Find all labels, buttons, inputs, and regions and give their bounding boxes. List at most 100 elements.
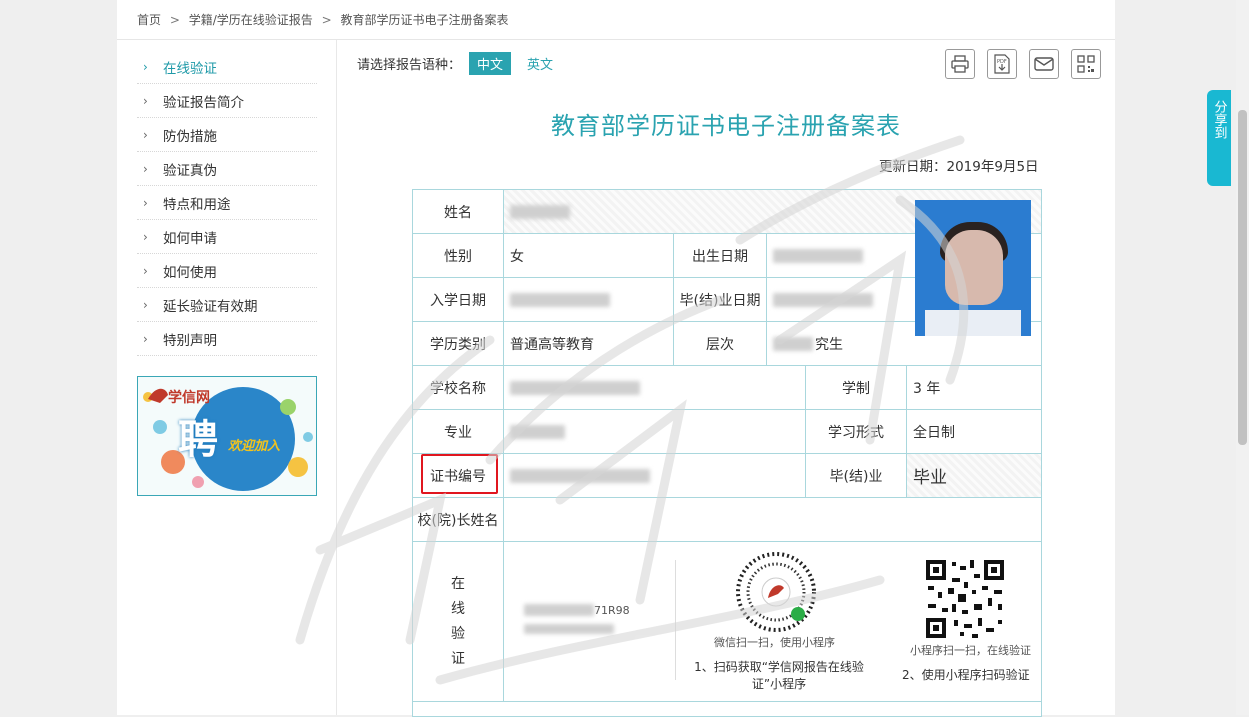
lang-chinese-button[interactable]: 中文	[469, 52, 512, 75]
sidebar-item-online-verify[interactable]: › 在线验证	[137, 50, 317, 84]
breadcrumb-current: 教育部学历证书电子注册备案表	[340, 13, 509, 27]
label-gender: 性别	[413, 234, 504, 278]
label-study-form: 学习形式	[806, 410, 907, 454]
redacted-name	[510, 204, 570, 219]
breadcrumb-xueji[interactable]: 学籍/学历在线验证报告	[189, 13, 313, 27]
sidebar-item-report-intro[interactable]: › 验证报告简介	[137, 84, 317, 118]
share-button[interactable]: 分享到	[1207, 90, 1231, 186]
verify-code-block: 71R98	[524, 602, 654, 638]
value-level-text: 究生	[815, 336, 843, 353]
breadcrumb-home[interactable]: 首页	[137, 13, 161, 27]
sidebar-item-statement[interactable]: › 特别声明	[137, 322, 317, 356]
mail-icon[interactable]	[1029, 49, 1059, 79]
scrollbar[interactable]	[1236, 0, 1249, 715]
language-selector: 请选择报告语种： 中文 英文	[357, 52, 561, 75]
pdf-download-icon[interactable]: PDF	[987, 49, 1017, 79]
label-edu-type: 学历类别	[413, 322, 504, 366]
label-school: 学校名称	[413, 366, 504, 410]
student-photo	[915, 200, 1031, 336]
sidebar-item-extend-validity[interactable]: › 延长验证有效期	[137, 288, 317, 322]
wechat-miniprogram-code	[736, 552, 816, 632]
value-enroll	[504, 278, 674, 322]
value-gender: 女	[504, 234, 674, 278]
language-prompt: 请选择报告语种：	[357, 58, 462, 73]
print-icon[interactable]	[945, 49, 975, 79]
value-cert-no	[504, 454, 806, 498]
label-duration: 学制	[806, 366, 907, 410]
label-major: 专业	[413, 410, 504, 454]
photo-shirt	[925, 310, 1021, 336]
online-verify-panel: 71R98 微信扫一扫，使用小程序 1、扫码获取“学信网报告在线验证”小程序 小…	[504, 542, 1041, 702]
report-title: 教育部学历证书电子注册备案表	[551, 112, 901, 140]
miniprogram-caption: 小程序扫一扫，在线验证	[910, 644, 1031, 657]
chevron-right-icon: ›	[143, 93, 148, 108]
breadcrumb-separator: >	[321, 13, 332, 27]
label-level: 层次	[674, 322, 767, 366]
sidebar-item-label: 延长验证有效期	[163, 298, 258, 315]
chevron-right-icon: ›	[143, 195, 148, 210]
sidebar-item-label: 在线验证	[163, 60, 217, 77]
banner-big-text: 聘	[178, 416, 218, 463]
chevron-right-icon: ›	[143, 127, 148, 142]
verify-step1: 1、扫码获取“学信网报告在线验证”小程序	[694, 660, 864, 691]
qrcode-icon[interactable]	[1071, 49, 1101, 79]
breadcrumb: 首页 > 学籍/学历在线验证报告 > 教育部学历证书电子注册备案表	[137, 11, 514, 28]
chevron-right-icon: ›	[143, 59, 148, 74]
chevron-right-icon: ›	[143, 297, 148, 312]
online-verify-char: 验	[451, 625, 465, 642]
sidebar-item-how-use[interactable]: › 如何使用	[137, 254, 317, 288]
share-label: 分享到	[1211, 100, 1227, 139]
chevron-right-icon: ›	[143, 229, 148, 244]
chevron-right-icon: ›	[143, 331, 148, 346]
label-grad-status: 毕(结)业	[806, 454, 907, 498]
value-grad-status: 毕业	[907, 454, 1041, 498]
sidebar: › 在线验证 › 验证报告简介 › 防伪措施 › 验证真伪 › 特点和用途 › 如何申请 ›…	[137, 50, 317, 356]
recruit-banner[interactable]: 学信网 聘 欢迎加入	[137, 376, 317, 496]
redacted-enroll	[510, 292, 610, 307]
record-table: 姓名 性别 女 出生日期 入学日期 毕(结)业日期 学历类别 普通高等教育 层次…	[412, 189, 1042, 717]
update-date: 更新日期：2019年9月5日	[879, 159, 1039, 175]
verify-step2: 2、使用小程序扫码验证	[902, 668, 1030, 682]
value-duration: 3 年	[907, 366, 1041, 410]
online-verify-char: 线	[451, 600, 465, 617]
banner-logo-text: 学信网	[168, 390, 210, 406]
header-divider	[117, 39, 1115, 40]
sidebar-item-label: 防伪措施	[163, 128, 217, 145]
label-enroll: 入学日期	[413, 278, 504, 322]
redacted-major	[510, 424, 565, 439]
label-president: 校(院)长姓名	[413, 498, 504, 542]
label-name: 姓名	[413, 190, 504, 234]
report-toolbar: PDF	[945, 49, 1113, 79]
value-major	[504, 410, 806, 454]
scrollbar-thumb[interactable]	[1238, 110, 1247, 445]
redacted-verify-code	[524, 604, 594, 616]
photo-face	[945, 230, 1003, 305]
banner-bubbles-graphic	[143, 387, 313, 491]
redacted-cert-no	[510, 468, 650, 483]
sidebar-item-label: 特点和用途	[163, 196, 231, 213]
online-verify-char: 在	[451, 575, 465, 592]
page-container: 首页 > 学籍/学历在线验证报告 > 教育部学历证书电子注册备案表 › 在线验证 …	[117, 0, 1115, 717]
sidebar-item-verify-authenticity[interactable]: › 验证真伪	[137, 152, 317, 186]
chevron-right-icon: ›	[143, 161, 148, 176]
value-president	[504, 498, 1041, 542]
sidebar-divider	[336, 40, 337, 715]
value-edu-type: 普通高等教育	[504, 322, 674, 366]
sidebar-item-anti-fake[interactable]: › 防伪措施	[137, 118, 317, 152]
verify-code-partial: 71R98	[594, 604, 630, 617]
redacted-grad-date	[773, 292, 873, 307]
label-online-verify: 在 线 验 证	[413, 542, 504, 702]
online-verify-char: 证	[451, 650, 465, 667]
cert-no-highlight	[421, 454, 498, 494]
sidebar-item-how-apply[interactable]: › 如何申请	[137, 220, 317, 254]
sidebar-item-label: 如何申请	[163, 230, 217, 247]
miniprogram-qrcode	[924, 558, 1006, 640]
sidebar-item-label: 验证真伪	[163, 162, 217, 179]
label-birth: 出生日期	[674, 234, 767, 278]
sidebar-item-features[interactable]: › 特点和用途	[137, 186, 317, 220]
value-school	[504, 366, 806, 410]
sidebar-item-label: 验证报告简介	[163, 94, 244, 111]
breadcrumb-separator: >	[169, 13, 180, 27]
redacted-school	[510, 380, 640, 395]
lang-english-button[interactable]: 英文	[519, 52, 561, 75]
